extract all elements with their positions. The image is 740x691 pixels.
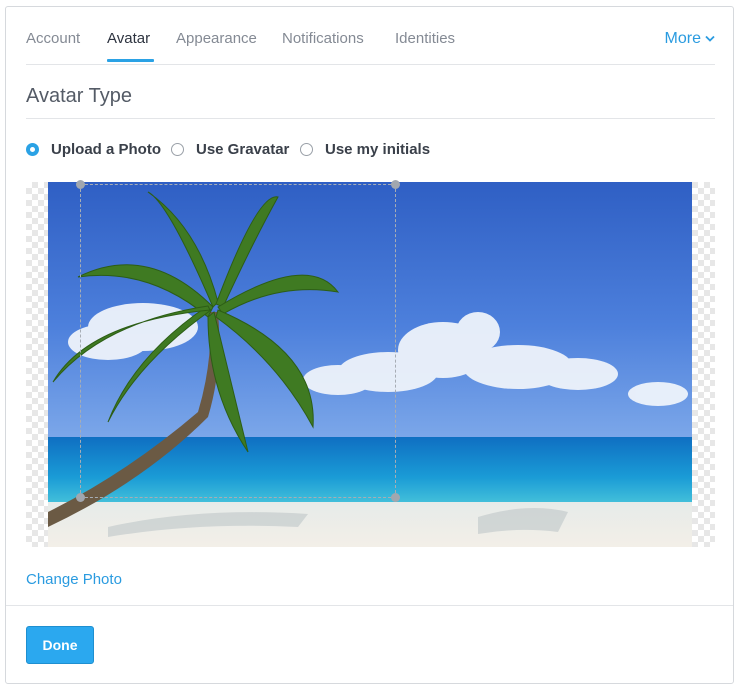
- active-tab-indicator: [107, 59, 154, 62]
- radio-label: Use Gravatar: [196, 141, 290, 158]
- crop-handle-top-right[interactable]: [391, 180, 400, 189]
- more-menu[interactable]: More: [665, 30, 715, 48]
- radio-button[interactable]: [300, 143, 313, 156]
- more-label: More: [664, 30, 701, 47]
- crop-handle-bottom-left[interactable]: [76, 493, 85, 502]
- radio-button-selected[interactable]: [26, 143, 39, 156]
- done-button[interactable]: Done: [26, 626, 94, 664]
- section-divider: [26, 118, 715, 119]
- radio-button[interactable]: [171, 143, 184, 156]
- change-photo-link[interactable]: Change Photo: [26, 571, 122, 588]
- tab-account[interactable]: Account: [26, 30, 80, 47]
- tab-avatar[interactable]: Avatar: [107, 30, 150, 47]
- section-title: Avatar Type: [26, 85, 132, 107]
- crop-handle-top-left[interactable]: [76, 180, 85, 189]
- settings-tab-bar: Account Avatar Appearance Notifications …: [26, 7, 715, 65]
- crop-selection[interactable]: [76, 180, 400, 502]
- tab-notifications[interactable]: Notifications: [282, 30, 364, 47]
- footer-divider: [6, 605, 733, 606]
- photo-crop-area: [26, 180, 715, 547]
- tab-appearance[interactable]: Appearance: [176, 30, 257, 47]
- crop-handle-bottom-right[interactable]: [391, 493, 400, 502]
- tab-identities[interactable]: Identities: [395, 30, 455, 47]
- chevron-down-icon: [705, 36, 715, 43]
- radio-label: Use my initials: [325, 141, 431, 158]
- avatar-settings-panel: Account Avatar Appearance Notifications …: [5, 6, 734, 684]
- radio-label: Upload a Photo: [51, 141, 161, 158]
